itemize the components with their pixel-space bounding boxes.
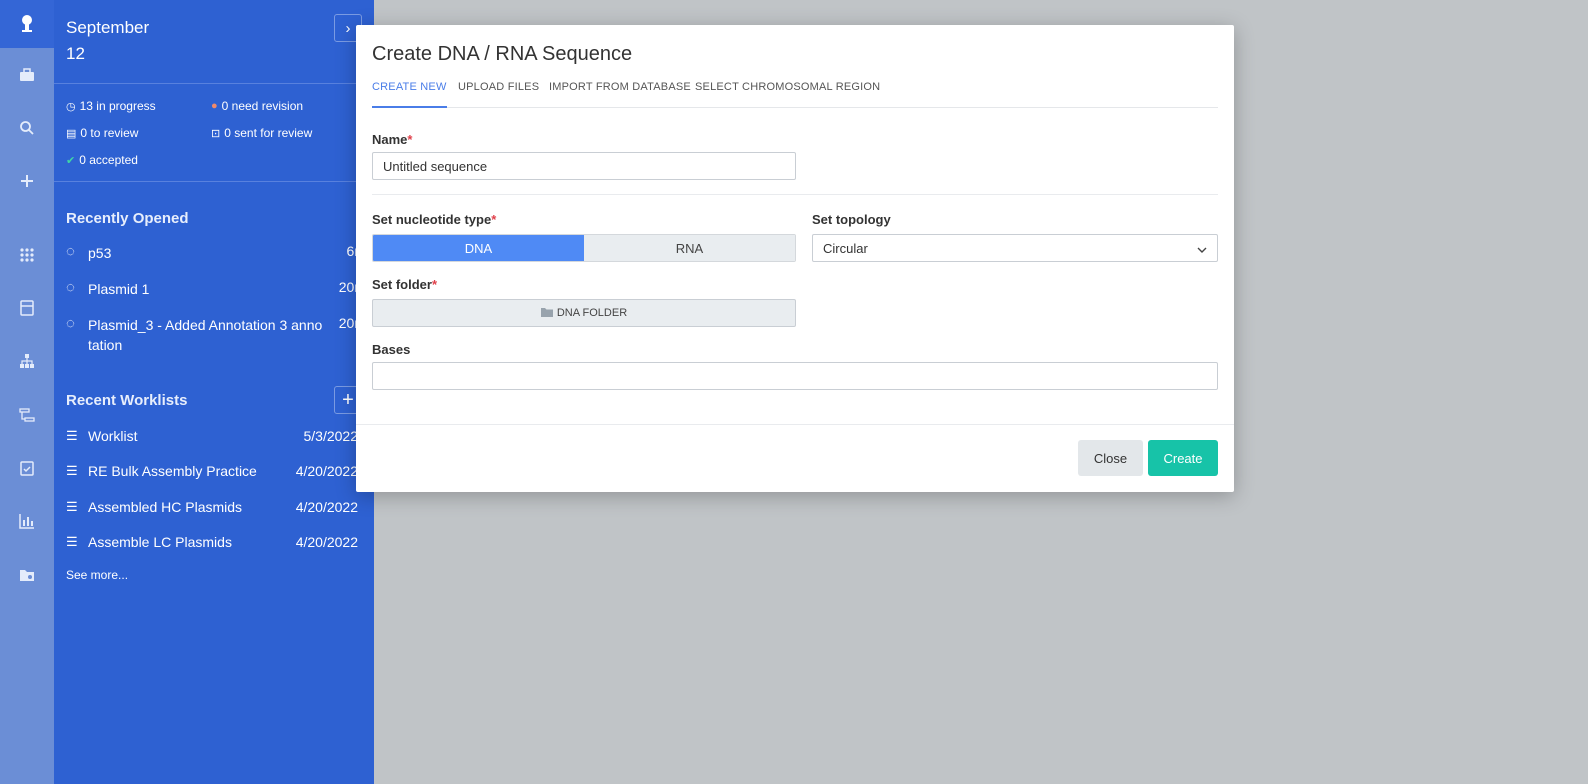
clock-icon: ◷ (66, 100, 76, 113)
send-icon: ⊡ (211, 127, 221, 140)
chevron-down-icon (1197, 241, 1207, 256)
bar-chart-icon[interactable] (0, 506, 54, 536)
stat-need-revision[interactable]: ● 0 need revision (211, 99, 303, 113)
see-more-link[interactable]: See more... (66, 568, 128, 582)
plus-icon: + (342, 388, 354, 411)
refresh-icon: ◌ (66, 315, 75, 332)
divider (54, 181, 374, 182)
folder-settings-icon[interactable] (0, 560, 54, 590)
tab-import-from-database[interactable]: IMPORT FROM DATABASE (549, 81, 691, 108)
topology-value: Circular (823, 240, 868, 256)
grid-icon[interactable] (0, 240, 54, 270)
app-logo-icon[interactable] (0, 0, 54, 48)
dialog-footer-divider (356, 424, 1234, 425)
list-icon: ☰ (66, 428, 78, 443)
tab-create-new[interactable]: CREATE NEW (372, 81, 447, 108)
stat-in-progress[interactable]: ◷ 13 in progress (66, 99, 156, 113)
list-icon: ☰ (66, 499, 78, 514)
rna-option-button[interactable]: RNA (584, 235, 795, 261)
refresh-icon: ◌ (66, 279, 75, 296)
icon-rail (0, 0, 54, 784)
chevron-right-icon: › (345, 19, 351, 37)
required-mark: * (491, 212, 497, 227)
folder-icon (540, 307, 553, 320)
workflow-icon[interactable] (0, 400, 54, 430)
stat-to-review[interactable]: ▤ 0 to review (66, 126, 138, 140)
stat-sent-for-review[interactable]: ⊡ 0 sent for review (211, 126, 312, 140)
search-icon[interactable] (0, 113, 54, 143)
list-icon: ☰ (66, 463, 78, 478)
name-field[interactable] (372, 152, 796, 180)
topology-label: Set topology (812, 212, 891, 227)
hierarchy-icon[interactable] (0, 346, 54, 376)
name-label: Name* (372, 132, 413, 147)
archive-icon[interactable] (0, 293, 54, 323)
side-panel: September 12 › ◷ 13 in progress ● 0 need… (54, 0, 374, 784)
list-icon: ☰ (66, 534, 78, 549)
checklist-icon[interactable] (0, 453, 54, 483)
bases-field[interactable] (372, 362, 1218, 390)
topology-select[interactable]: Circular (812, 234, 1218, 262)
divider (372, 194, 1218, 195)
close-button[interactable]: Close (1078, 440, 1143, 476)
create-sequence-dialog: Create DNA / RNA Sequence CREATE NEW UPL… (356, 25, 1234, 492)
recent-worklists-title: Recent Worklists (66, 392, 188, 409)
stat-accepted[interactable]: ✔ 0 accepted (66, 153, 138, 167)
recently-opened-title: Recently Opened (66, 210, 189, 227)
document-icon: ▤ (66, 127, 77, 140)
required-mark: * (407, 132, 413, 147)
date-month: September (66, 18, 150, 37)
folder-select-button[interactable]: DNA FOLDER (372, 299, 796, 327)
create-button[interactable]: Create (1148, 440, 1218, 476)
current-date: September 12 (66, 15, 149, 67)
nucleotide-type-label: Set nucleotide type* (372, 212, 497, 227)
tab-upload-files[interactable]: UPLOAD FILES (458, 81, 539, 108)
bases-label: Bases (372, 342, 411, 357)
refresh-icon: ◌ (66, 243, 75, 260)
required-mark: * (431, 277, 438, 292)
dialog-title: Create DNA / RNA Sequence (372, 43, 633, 65)
folder-label: Set folder* (372, 277, 438, 292)
check-icon: ✔ (66, 154, 76, 167)
dialog-tabs: CREATE NEW UPLOAD FILES IMPORT FROM DATA… (372, 81, 1218, 108)
revision-dot-icon: ● (211, 100, 218, 112)
briefcase-icon[interactable] (0, 60, 54, 90)
divider (54, 83, 374, 84)
nucleotide-type-toggle: DNA RNA (372, 234, 796, 262)
plus-icon[interactable] (0, 166, 54, 196)
dna-option-button[interactable]: DNA (373, 235, 584, 261)
date-day: 12 (66, 44, 85, 63)
tab-select-chromosomal-region[interactable]: SELECT CHROMOSOMAL REGION (695, 81, 880, 108)
